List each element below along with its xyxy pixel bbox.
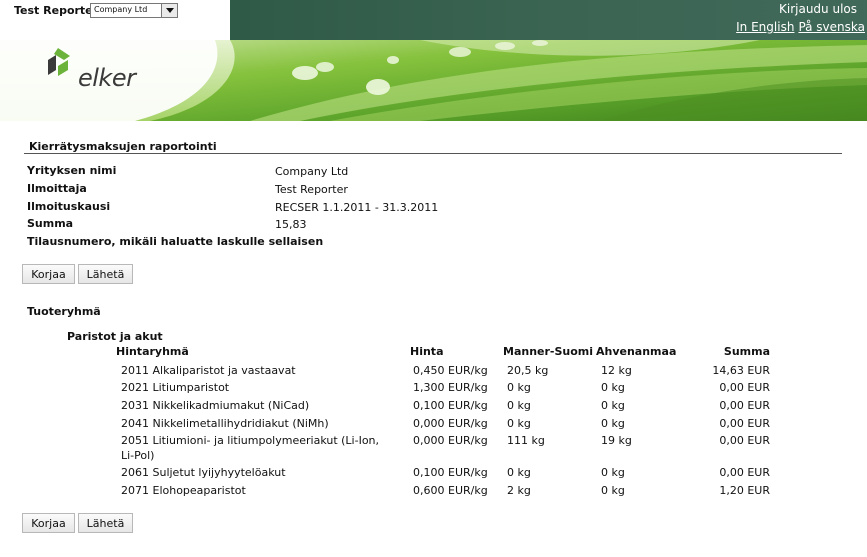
row-name: 2061 Suljetut lyijyhyytelöakut: [121, 466, 286, 479]
period-value: RECSER 1.1.2011 - 31.3.2011: [275, 201, 439, 214]
elker-logo-icon: [44, 46, 74, 82]
row-price: 1,300 EUR/kg: [413, 381, 488, 394]
sum-label: Summa: [27, 217, 74, 230]
row-price: 0,000 EUR/kg: [413, 434, 488, 447]
product-group-name: Paristot ja akut: [67, 330, 163, 343]
elker-logo-text: elker: [78, 64, 136, 92]
row-aland: 0 kg: [601, 466, 625, 479]
row-mainland: 0 kg: [507, 381, 531, 394]
row-mainland: 0 kg: [507, 417, 531, 430]
reporter-field-label: Ilmoittaja: [27, 182, 87, 195]
row-sum: 0,00 EUR: [719, 434, 770, 447]
row-sum: 0,00 EUR: [719, 466, 770, 479]
company-select-value: Company Ltd: [94, 5, 148, 14]
row-price: 0,100 EUR/kg: [413, 399, 488, 412]
period-label: Ilmoituskausi: [27, 200, 111, 213]
row-name: 2031 Nikkelikadmiumakut (NiCad): [121, 399, 310, 412]
row-name: 2021 Litiumparistot: [121, 381, 230, 394]
chevron-down-icon[interactable]: [161, 4, 177, 17]
company-name-value: Company Ltd: [275, 165, 349, 178]
company-name-label: Yrityksen nimi: [27, 164, 117, 177]
lang-english-link[interactable]: In English: [736, 20, 794, 34]
header-banner: elker: [0, 40, 867, 121]
row-mainland: 0 kg: [507, 466, 531, 479]
row-name: 2051 Litiumioni- ja litiumpolymeeriakut …: [121, 434, 380, 462]
row-price: 0,600 EUR/kg: [413, 484, 488, 497]
reporter-field-value: Test Reporter: [275, 183, 348, 196]
row-name: 2011 Alkaliparistot ja vastaavat: [121, 364, 296, 377]
row-aland: 12 kg: [601, 364, 632, 377]
company-select[interactable]: Company Ltd: [90, 3, 178, 18]
send-button-top[interactable]: Lähetä: [78, 264, 133, 284]
row-mainland: 0 kg: [507, 399, 531, 412]
send-button-bottom[interactable]: Lähetä: [78, 513, 133, 533]
row-sum: 0,00 EUR: [719, 417, 770, 430]
row-sum: 14,63 EUR: [712, 364, 770, 377]
report-title: Kierrätysmaksujen raportointi: [29, 140, 217, 153]
row-aland: 0 kg: [601, 381, 625, 394]
title-divider: [24, 153, 842, 154]
col-header-mainland: Manner-Suomi: [503, 345, 594, 358]
row-sum: 0,00 EUR: [719, 381, 770, 394]
sum-value: 15,83: [275, 218, 307, 231]
row-mainland: 20,5 kg: [507, 364, 549, 377]
fix-button-top[interactable]: Korjaa: [22, 264, 75, 284]
col-header-price-group: Hintaryhmä: [116, 345, 189, 358]
row-price: 0,000 EUR/kg: [413, 417, 488, 430]
col-header-price: Hinta: [410, 345, 444, 358]
row-aland: 0 kg: [601, 484, 625, 497]
order-number-label: Tilausnumero, mikäli haluatte laskulle s…: [27, 235, 324, 248]
product-group-section-label: Tuoteryhmä: [27, 305, 101, 318]
col-header-aland: Ahvenanmaa: [596, 345, 677, 358]
logout-link[interactable]: Kirjaudu ulos: [779, 2, 857, 16]
lang-swedish-link[interactable]: På svenska: [798, 20, 865, 34]
row-name: 2041 Nikkelimetallihydridiakut (NiMh): [121, 417, 329, 430]
row-aland: 0 kg: [601, 399, 625, 412]
row-sum: 1,20 EUR: [719, 484, 770, 497]
language-links: In English På svenska: [732, 20, 865, 34]
row-price: 0,450 EUR/kg: [413, 364, 488, 377]
row-name: 2071 Elohopeaparistot: [121, 484, 246, 497]
row-aland: 19 kg: [601, 434, 632, 447]
col-header-sum: Summa: [723, 345, 770, 358]
row-price: 0,100 EUR/kg: [413, 466, 488, 479]
fix-button-bottom[interactable]: Korjaa: [22, 513, 75, 533]
row-aland: 0 kg: [601, 417, 625, 430]
row-sum: 0,00 EUR: [719, 399, 770, 412]
top-bar: Test Reporter - Company Ltd Kirjaudu ulo…: [0, 0, 867, 40]
row-mainland: 2 kg: [507, 484, 531, 497]
row-mainland: 111 kg: [507, 434, 545, 447]
